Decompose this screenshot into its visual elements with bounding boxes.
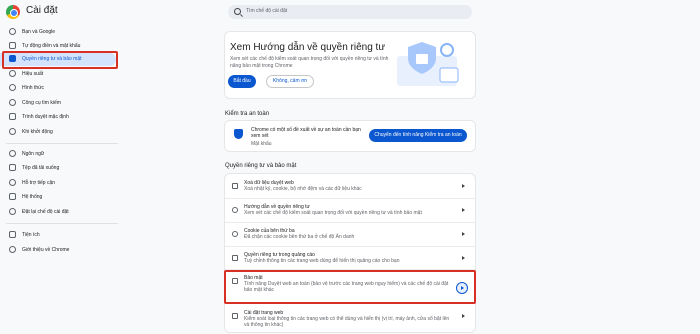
row-subtitle: Kiểm soát loại thông tin các trang web c… — [244, 316, 450, 328]
sidebar-item-search-engine[interactable]: Công cụ tìm kiếm — [0, 97, 120, 110]
power-icon — [9, 128, 16, 135]
row-divider — [225, 222, 475, 223]
safety-check-text: Chrome có một số đề xuất về sự an toàn c… — [251, 127, 361, 139]
chrome-icon — [9, 246, 16, 253]
sidebar-item-label: Hỗ trợ tiếp cận — [22, 180, 56, 186]
sidebar-item-label: Ngôn ngữ — [22, 151, 45, 157]
sidebar-item-label: Tiện ích — [22, 232, 40, 238]
sidebar-divider — [6, 223, 118, 224]
privacy-security-heading: Quyền riêng tư và bảo mật — [225, 163, 297, 169]
third-party-cookies-row[interactable]: Cookie của bên thứ ba Đã chặn các cookie… — [225, 224, 475, 247]
reset-icon — [9, 208, 16, 215]
sidebar-item-reset[interactable]: Đặt lại chế độ cài đặt — [0, 206, 120, 219]
sidebar-item-you-and-google[interactable]: Bạn và Google — [0, 26, 120, 39]
privacy-guide-row[interactable]: Hướng dẫn về quyền riêng tư Xem xét các … — [225, 200, 475, 223]
search-input[interactable]: Tìm chế độ cài đặt — [228, 5, 472, 19]
sidebar-item-label: Đặt lại chế độ cài đặt — [22, 209, 69, 215]
puzzle-icon — [9, 231, 16, 238]
chevron-right-icon — [462, 314, 465, 318]
row-subtitle: Đã chặn các cookie bên thứ ba ở chế độ Ẩ… — [244, 234, 355, 240]
card-illustration-icon — [439, 67, 459, 83]
cookie-icon — [232, 231, 238, 237]
sidebar-item-accessibility[interactable]: Hỗ trợ tiếp cận — [0, 177, 120, 190]
sidebar-item-default-browser[interactable]: Trình duyệt mặc định — [0, 111, 120, 124]
sidebar-item-label: Tệp đã tải xuống — [22, 165, 60, 171]
chevron-right-icon — [462, 232, 465, 236]
sidebar-item-label: Giới thiệu về Chrome — [22, 247, 70, 253]
sidebar-item-about-chrome[interactable]: Giới thiệu về Chrome — [0, 244, 120, 257]
download-icon — [9, 164, 16, 171]
start-button[interactable]: Bắt đầu — [228, 75, 256, 88]
chrome-settings-logo-icon — [6, 5, 20, 19]
ad-icon — [232, 255, 238, 261]
speedometer-icon — [9, 70, 16, 77]
clear-browsing-data-row[interactable]: Xoá dữ liệu duyệt web Xoá nhật ký, cooki… — [225, 176, 475, 199]
sliders-icon — [232, 313, 238, 319]
guide-icon — [232, 207, 238, 213]
go-to-safety-check-button[interactable]: Chuyển đến tính năng Kiểm tra an toàn — [369, 129, 467, 142]
sidebar-item-label: Khi khởi động — [22, 129, 53, 135]
search-icon — [234, 8, 241, 15]
badge-illustration-icon — [440, 43, 454, 57]
ad-privacy-row[interactable]: Quyền riêng tư trong quảng cáo Tuỳ chỉnh… — [225, 248, 475, 270]
safety-check-heading: Kiểm tra an toàn — [225, 111, 270, 117]
row-divider — [225, 246, 475, 247]
search-icon — [9, 99, 16, 106]
sidebar-item-extensions[interactable]: Tiện ích — [0, 229, 120, 242]
sidebar-item-label: Tự động điền và mật khẩu — [22, 43, 81, 49]
privacy-guide-description: Xem xét các chế độ kiểm soát quan trọng … — [230, 56, 389, 69]
privacy-guide-title: Xem Hướng dẫn về quyền riêng tư — [230, 42, 386, 53]
sidebar-item-languages[interactable]: Ngôn ngữ — [0, 148, 120, 161]
sidebar-item-performance[interactable]: Hiệu suất — [0, 68, 120, 81]
sidebar-divider — [6, 143, 118, 144]
site-settings-row[interactable]: Cài đặt trang web Kiểm soát loại thông t… — [225, 306, 475, 334]
globe-icon — [9, 150, 16, 157]
palette-icon — [9, 84, 16, 91]
sidebar-item-label: Hệ thống — [22, 194, 43, 200]
trash-icon — [232, 183, 238, 189]
chevron-right-icon — [462, 256, 465, 260]
app-title: Cài đặt — [26, 5, 58, 16]
shield-icon — [234, 129, 243, 139]
wrench-icon — [9, 193, 16, 200]
search-placeholder: Tìm chế độ cài đặt — [246, 8, 288, 14]
highlight-box-security — [224, 270, 476, 304]
sidebar-item-system[interactable]: Hệ thống — [0, 191, 120, 204]
clipboard-icon — [9, 42, 16, 49]
chevron-right-icon — [462, 208, 465, 212]
row-subtitle: Tuỳ chỉnh thông tin các trang web dùng đ… — [244, 258, 400, 264]
privacy-guide-illustration — [397, 42, 459, 86]
sidebar-item-label: Hiệu suất — [22, 71, 44, 77]
google-icon — [9, 28, 16, 35]
highlight-box-sidebar — [2, 51, 118, 69]
accessibility-icon — [9, 179, 16, 186]
sidebar-item-downloads[interactable]: Tệp đã tải xuống — [0, 162, 120, 175]
header: Cài đặt Tìm chế độ cài đặt — [0, 0, 700, 24]
sidebar-item-label: Trình duyệt mặc định — [22, 114, 69, 120]
safety-check-subtext: Mật khẩu — [251, 141, 272, 147]
sidebar-item-appearance[interactable]: Hình thức — [0, 82, 120, 95]
sidebar-item-label: Hình thức — [22, 85, 44, 91]
chevron-right-icon — [462, 184, 465, 188]
row-divider — [225, 198, 475, 199]
sidebar-item-on-startup[interactable]: Khi khởi động — [0, 126, 120, 139]
sidebar-item-label: Công cụ tìm kiếm — [22, 100, 61, 106]
row-subtitle: Xem xét các chế độ kiểm soát quan trọng … — [244, 210, 422, 216]
lock-illustration-icon — [416, 54, 428, 64]
no-thanks-button[interactable]: Không, cảm ơn — [266, 75, 314, 88]
row-subtitle: Xoá nhật ký, cookie, bộ nhớ đệm và các d… — [244, 186, 362, 192]
sidebar-item-label: Bạn và Google — [22, 29, 56, 35]
browser-icon — [9, 113, 16, 120]
